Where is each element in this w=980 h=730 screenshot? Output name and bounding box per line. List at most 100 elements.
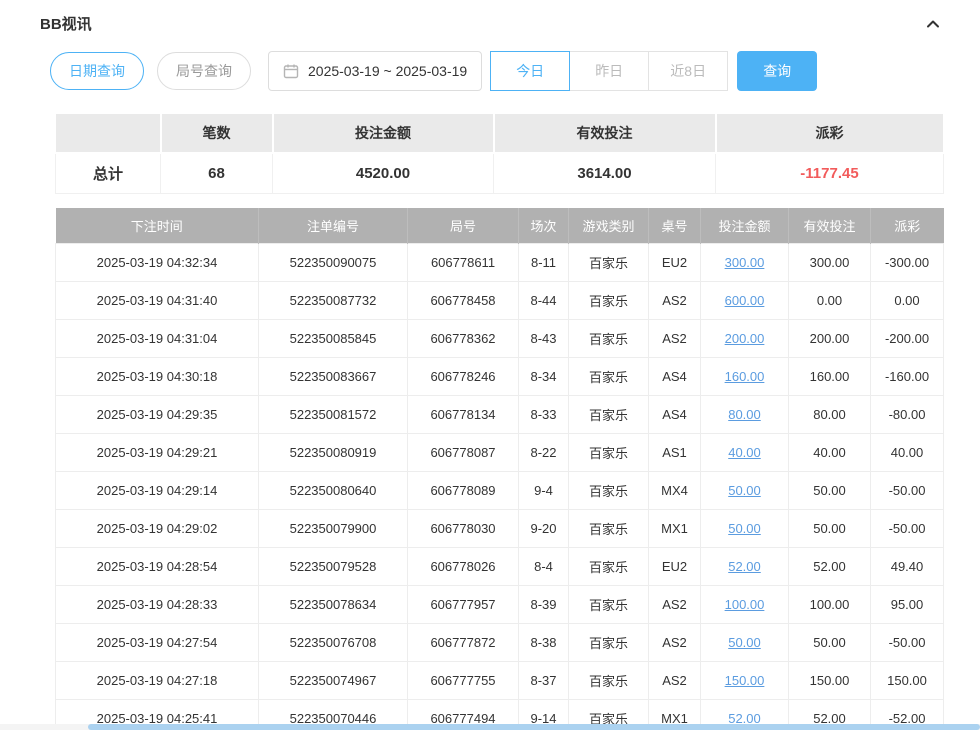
cell-session: 8-38 (519, 624, 569, 662)
cell-bet_id: 522350081572 (259, 396, 408, 434)
cell-payout: 150.00 (871, 662, 944, 700)
cell-game: 百家乐 (569, 662, 649, 700)
cell-bet: 150.00 (701, 662, 789, 700)
cell-round: 606777872 (408, 624, 519, 662)
cell-time: 2025-03-19 04:28:33 (56, 586, 259, 624)
cell-session: 8-22 (519, 434, 569, 472)
cell-round: 606778458 (408, 282, 519, 320)
cell-valid: 100.00 (789, 586, 871, 624)
cell-payout: -300.00 (871, 244, 944, 282)
cell-session: 9-20 (519, 510, 569, 548)
cell-bet: 600.00 (701, 282, 789, 320)
last-8-days-button[interactable]: 近8日 (648, 51, 728, 91)
cell-payout: 49.40 (871, 548, 944, 586)
bet-amount-link[interactable]: 600.00 (725, 293, 765, 308)
table-header-row: 下注时间注单编号局号场次游戏类别桌号投注金额有效投注派彩 (56, 208, 944, 244)
cell-valid: 300.00 (789, 244, 871, 282)
bet-amount-link[interactable]: 40.00 (728, 445, 761, 460)
bet-amount-link[interactable]: 100.00 (725, 597, 765, 612)
cell-bet: 80.00 (701, 396, 789, 434)
cell-payout: -50.00 (871, 624, 944, 662)
bet-amount-link[interactable]: 50.00 (728, 521, 761, 536)
chevron-up-icon (925, 20, 941, 35)
cell-round: 606778026 (408, 548, 519, 586)
summary-total-row: 总计 68 4520.00 3614.00 -1177.45 (56, 153, 944, 193)
cell-bet_id: 522350079528 (259, 548, 408, 586)
table-row: 2025-03-19 04:30:18522350083667606778246… (56, 358, 944, 396)
cell-round: 606778246 (408, 358, 519, 396)
cell-valid: 50.00 (789, 510, 871, 548)
date-range-picker[interactable]: 2025-03-19 ~ 2025-03-19 (268, 51, 482, 91)
column-header-valid: 有效投注 (789, 208, 871, 244)
cell-valid: 150.00 (789, 662, 871, 700)
table-row: 2025-03-19 04:28:33522350078634606777957… (56, 586, 944, 624)
bet-amount-link[interactable]: 50.00 (728, 635, 761, 650)
cell-time: 2025-03-19 04:31:04 (56, 320, 259, 358)
column-header-session: 场次 (519, 208, 569, 244)
column-header-time: 下注时间 (56, 208, 259, 244)
cell-valid: 160.00 (789, 358, 871, 396)
collapse-button[interactable] (923, 14, 943, 34)
bet-amount-link[interactable]: 200.00 (725, 331, 765, 346)
cell-game: 百家乐 (569, 624, 649, 662)
cell-bet: 50.00 (701, 472, 789, 510)
cell-table_no: AS2 (649, 662, 701, 700)
cell-game: 百家乐 (569, 320, 649, 358)
summary-header-bet-amount: 投注金额 (273, 113, 494, 153)
summary-header-payout: 派彩 (716, 113, 944, 153)
bet-amount-link[interactable]: 160.00 (725, 369, 765, 384)
cell-session: 8-34 (519, 358, 569, 396)
cell-game: 百家乐 (569, 358, 649, 396)
bet-amount-link[interactable]: 300.00 (725, 255, 765, 270)
cell-round: 606778362 (408, 320, 519, 358)
cell-bet: 50.00 (701, 624, 789, 662)
horizontal-scrollbar[interactable] (0, 724, 980, 730)
bet-amount-link[interactable]: 52.00 (728, 559, 761, 574)
cell-table_no: AS2 (649, 282, 701, 320)
calendar-icon (283, 63, 299, 79)
column-header-game: 游戏类别 (569, 208, 649, 244)
bet-amount-link[interactable]: 80.00 (728, 407, 761, 422)
bet-amount-link[interactable]: 50.00 (728, 483, 761, 498)
summary-total-label: 总计 (56, 153, 161, 193)
cell-table_no: AS4 (649, 358, 701, 396)
cell-game: 百家乐 (569, 510, 649, 548)
cell-bet: 300.00 (701, 244, 789, 282)
date-range-value: 2025-03-19 ~ 2025-03-19 (308, 63, 467, 79)
round-query-tab[interactable]: 局号查询 (157, 52, 251, 90)
cell-time: 2025-03-19 04:27:54 (56, 624, 259, 662)
summary-total-payout: -1177.45 (716, 153, 944, 193)
bet-amount-link[interactable]: 150.00 (725, 673, 765, 688)
cell-time: 2025-03-19 04:29:02 (56, 510, 259, 548)
summary-table: 笔数 投注金额 有效投注 派彩 总计 68 4520.00 3614.00 -1… (55, 112, 945, 194)
cell-bet: 160.00 (701, 358, 789, 396)
cell-bet_id: 522350085845 (259, 320, 408, 358)
filter-bar: 日期查询 局号查询 2025-03-19 ~ 2025-03-19 今日 昨日 … (50, 51, 943, 91)
table-row: 2025-03-19 04:29:02522350079900606778030… (56, 510, 944, 548)
date-query-tab[interactable]: 日期查询 (50, 52, 144, 90)
cell-game: 百家乐 (569, 396, 649, 434)
summary-total-valid-bet: 3614.00 (494, 153, 716, 193)
summary-header-count: 笔数 (161, 113, 273, 153)
cell-table_no: MX4 (649, 472, 701, 510)
horizontal-scrollbar-thumb[interactable] (88, 724, 980, 730)
cell-time: 2025-03-19 04:29:35 (56, 396, 259, 434)
cell-valid: 200.00 (789, 320, 871, 358)
cell-bet_id: 522350080640 (259, 472, 408, 510)
search-button[interactable]: 查询 (737, 51, 817, 91)
cell-session: 8-11 (519, 244, 569, 282)
summary-header-valid-bet: 有效投注 (494, 113, 716, 153)
cell-session: 8-44 (519, 282, 569, 320)
cell-time: 2025-03-19 04:32:34 (56, 244, 259, 282)
summary-header-row: 笔数 投注金额 有效投注 派彩 (56, 113, 944, 153)
table-row: 2025-03-19 04:28:54522350079528606778026… (56, 548, 944, 586)
table-row: 2025-03-19 04:31:04522350085845606778362… (56, 320, 944, 358)
cell-session: 8-4 (519, 548, 569, 586)
today-button[interactable]: 今日 (490, 51, 570, 91)
yesterday-button[interactable]: 昨日 (569, 51, 649, 91)
table-row: 2025-03-19 04:27:54522350076708606777872… (56, 624, 944, 662)
cell-time: 2025-03-19 04:31:40 (56, 282, 259, 320)
summary-header-blank (56, 113, 161, 153)
cell-payout: -50.00 (871, 510, 944, 548)
cell-bet_id: 522350083667 (259, 358, 408, 396)
